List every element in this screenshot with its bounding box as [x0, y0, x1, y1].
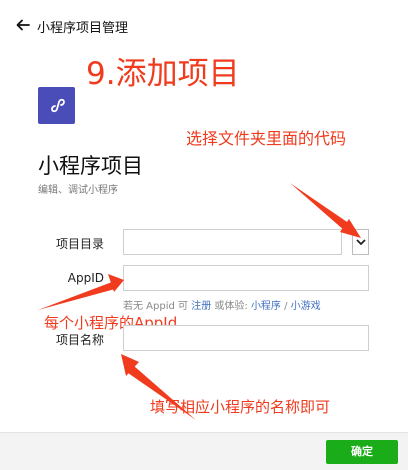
hint-mid: 或体验:	[211, 301, 251, 312]
annotation-step-title: 9.添加项目	[86, 56, 240, 92]
project-dir-input[interactable]	[124, 230, 341, 254]
appid-label: AppID	[67, 271, 104, 285]
project-dir-field[interactable]	[123, 229, 342, 255]
minigame-trial-link[interactable]: 小游戏	[291, 301, 321, 312]
appid-field[interactable]	[123, 265, 369, 291]
page-subtitle: 编辑、调试小程序	[38, 185, 118, 196]
header-title: 小程序项目管理	[37, 21, 129, 36]
mini-program-logo-icon	[38, 87, 75, 124]
page-title: 小程序项目	[38, 154, 143, 178]
project-dir-label: 项目目录	[55, 237, 104, 251]
miniprogram-trial-link[interactable]: 小程序	[251, 301, 281, 312]
appid-hint: 若无 Appid 可 注册 或体验: 小程序 / 小游戏	[123, 297, 321, 312]
annotation-fill-name: 填写相应小程序的名称即可	[150, 398, 331, 416]
project-name-label: 项目名称	[55, 333, 104, 347]
annotation-pick-folder: 选择文件夹里面的代码	[186, 129, 347, 148]
annotation-fill-name-tail: 。	[150, 420, 160, 430]
hint-prefix: 若无 Appid 可	[123, 301, 192, 312]
project-name-input[interactable]	[124, 326, 368, 350]
appid-input[interactable]	[124, 266, 368, 290]
chevron-down-icon	[356, 239, 366, 246]
hint-separator: /	[280, 301, 291, 312]
arrow-left-icon[interactable]	[16, 18, 30, 32]
register-link[interactable]: 注册	[191, 301, 211, 312]
confirm-button[interactable]: 确定	[326, 440, 398, 464]
project-name-field[interactable]	[123, 325, 369, 351]
dir-dropdown-button[interactable]	[352, 229, 369, 255]
